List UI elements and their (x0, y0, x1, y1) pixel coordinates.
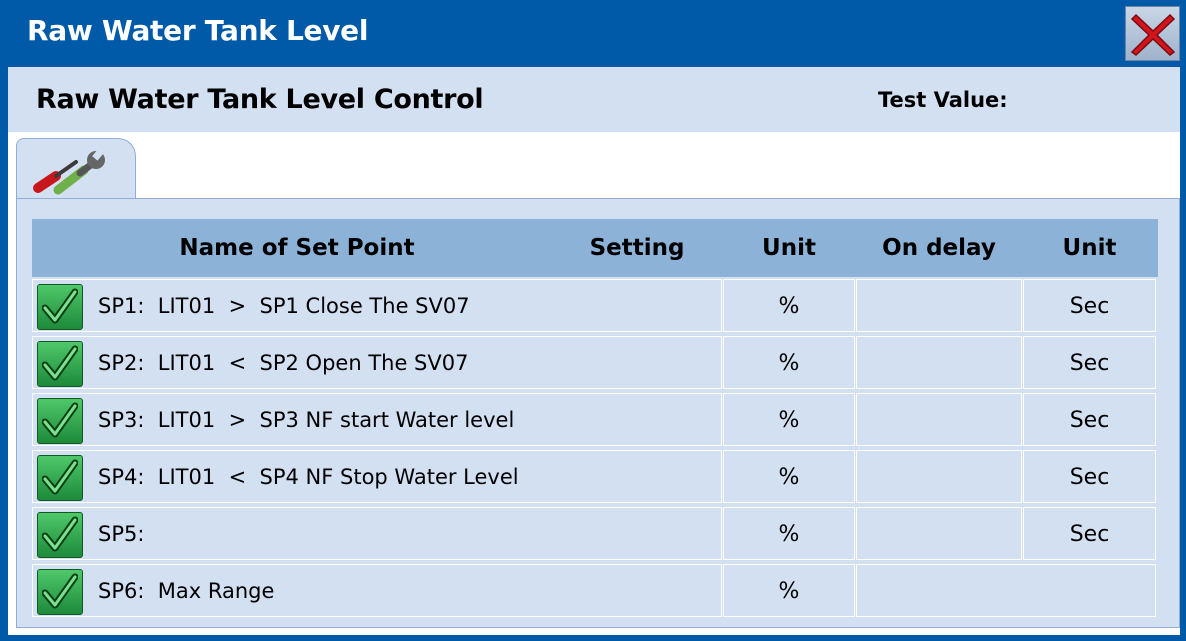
on-delay-input[interactable] (856, 450, 1022, 503)
setpoint-name-cell: SP5: (32, 507, 722, 560)
unit-cell: % (723, 450, 855, 503)
delay-unit-cell: Sec (1023, 279, 1156, 332)
setpoint-label: SP6: Max Range (98, 579, 275, 603)
dialog-body: Raw Water Tank Level Control Test Value:… (8, 67, 1180, 635)
delay-unit-label: Sec (1069, 351, 1110, 376)
column-header-delay-unit: Unit (1062, 235, 1117, 261)
on-delay-input[interactable] (856, 336, 1022, 389)
column-header-setting: Setting (589, 235, 685, 261)
table-row: SP6: Max Range % (32, 562, 1158, 619)
on-delay-input[interactable] (856, 393, 1022, 446)
table-row: SP2: LIT01 < SP2 Open The SV07 % Sec (32, 334, 1158, 391)
table-row: SP4: LIT01 < SP4 NF Stop Water Level % S… (32, 448, 1158, 505)
enable-checkbox[interactable] (37, 512, 83, 558)
unit-label: % (778, 579, 800, 604)
setpoint-label: SP4: LIT01 < SP4 NF Stop Water Level (98, 465, 519, 489)
page-title: Raw Water Tank Level Control (36, 84, 484, 115)
unit-cell: % (723, 279, 855, 332)
enable-checkbox[interactable] (37, 284, 83, 330)
delay-unit-cell: Sec (1023, 393, 1156, 446)
enable-checkbox[interactable] (37, 341, 83, 387)
unit-cell: % (723, 564, 855, 617)
setpoint-label: SP2: LIT01 < SP2 Open The SV07 (98, 351, 469, 375)
checkmark-icon (42, 402, 78, 438)
setpoint-table: Name of Set Point Setting Unit On delay … (32, 219, 1158, 619)
unit-label: % (778, 294, 800, 319)
setpoint-name-cell: SP6: Max Range (32, 564, 722, 617)
table-row: SP5: % Sec (32, 505, 1158, 562)
enable-checkbox[interactable] (37, 569, 83, 615)
table-row: SP1: LIT01 > SP1 Close The SV07 % Sec (32, 277, 1158, 334)
checkmark-icon (42, 459, 78, 495)
checkmark-icon (42, 573, 78, 609)
unit-cell: % (723, 507, 855, 560)
empty-cell (856, 564, 1156, 617)
delay-unit-cell: Sec (1023, 507, 1156, 560)
close-button[interactable] (1125, 6, 1180, 61)
setpoint-label: SP1: LIT01 > SP1 Close The SV07 (98, 294, 470, 318)
checkmark-icon (42, 288, 78, 324)
delay-unit-label: Sec (1069, 465, 1110, 490)
checkmark-icon (42, 345, 78, 381)
on-delay-input[interactable] (856, 279, 1022, 332)
close-icon (1130, 13, 1176, 56)
settings-panel: Name of Set Point Setting Unit On delay … (16, 198, 1180, 628)
unit-label: % (778, 408, 800, 433)
header-band: Raw Water Tank Level Control Test Value: (8, 67, 1180, 132)
setpoint-label: SP5: (98, 522, 145, 546)
delay-unit-cell: Sec (1023, 450, 1156, 503)
setpoint-name-cell: SP2: LIT01 < SP2 Open The SV07 (32, 336, 722, 389)
unit-label: % (778, 351, 800, 376)
column-header-unit: Unit (762, 235, 816, 261)
column-header-name: Name of Set Point (179, 235, 415, 261)
setpoint-name-cell: SP4: LIT01 < SP4 NF Stop Water Level (32, 450, 722, 503)
enable-checkbox[interactable] (37, 398, 83, 444)
dialog-window: Raw Water Tank Level Raw Water Tank Leve… (0, 0, 1186, 641)
unit-cell: % (723, 336, 855, 389)
setpoint-name-cell: SP3: LIT01 > SP3 NF start Water level (32, 393, 722, 446)
delay-unit-label: Sec (1069, 522, 1110, 547)
table-header: Name of Set Point Setting Unit On delay … (32, 219, 1158, 277)
unit-label: % (778, 465, 800, 490)
tab-settings[interactable] (16, 138, 136, 204)
tools-icon (33, 149, 105, 195)
checkmark-icon (42, 516, 78, 552)
title-bar: Raw Water Tank Level (0, 0, 1186, 66)
window-title: Raw Water Tank Level (27, 14, 369, 47)
test-value-label: Test Value: (878, 88, 1008, 112)
unit-label: % (778, 522, 800, 547)
setpoint-label: SP3: LIT01 > SP3 NF start Water level (98, 408, 515, 432)
table-row: SP3: LIT01 > SP3 NF start Water level % … (32, 391, 1158, 448)
setpoint-name-cell: SP1: LIT01 > SP1 Close The SV07 (32, 279, 722, 332)
delay-unit-label: Sec (1069, 408, 1110, 433)
delay-unit-label: Sec (1069, 294, 1110, 319)
unit-cell: % (723, 393, 855, 446)
on-delay-input[interactable] (856, 507, 1022, 560)
delay-unit-cell: Sec (1023, 336, 1156, 389)
enable-checkbox[interactable] (37, 455, 83, 501)
column-header-on-delay: On delay (882, 235, 996, 261)
